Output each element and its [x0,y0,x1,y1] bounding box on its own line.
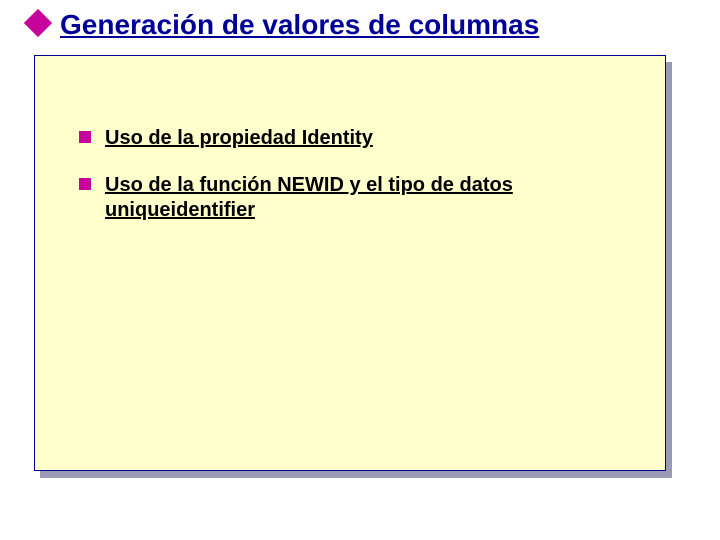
slide-title: Generación de valores de columnas [60,10,539,41]
list-item-label: Uso de la función NEWID y el tipo de dat… [105,173,605,223]
list-item: Uso de la propiedad Identity [79,126,625,151]
square-bullet-icon [79,131,91,143]
title-row: Generación de valores de columnas [0,10,720,41]
content-box: Uso de la propiedad Identity Uso de la f… [34,55,666,471]
square-bullet-icon [79,178,91,190]
list-item-label: Uso de la propiedad Identity [105,126,373,151]
diamond-bullet-icon [24,9,52,37]
slide: Generación de valores de columnas Uso de… [0,0,720,540]
list-item: Uso de la función NEWID y el tipo de dat… [79,173,625,223]
